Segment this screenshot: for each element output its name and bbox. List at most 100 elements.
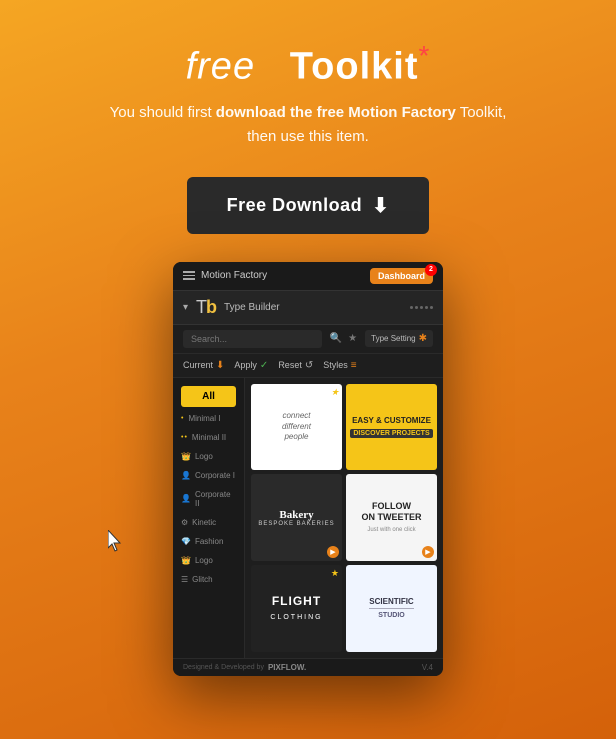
type-builder-row: ▾ Tb Type Builder <box>173 291 443 325</box>
footer-credit: Designed & Developed by PIXFLOW. <box>183 663 306 672</box>
wrench-icon: ✱ <box>419 333 427 344</box>
star-icon-flight: ★ <box>331 568 339 579</box>
sidebar-item-logo[interactable]: 👑 Logo <box>173 447 244 466</box>
reset-button[interactable]: Reset ↺ <box>278 360 313 371</box>
minimal-i-dot-icon: • <box>181 415 184 422</box>
grid-cell-scientific[interactable]: SCIENTIFICSTUDIO <box>346 565 437 652</box>
minimal-i-label: Minimal I <box>188 414 220 423</box>
title-bold: Toolkit <box>290 46 419 88</box>
sidebar-item-minimal-i[interactable]: • Minimal I <box>173 409 244 428</box>
corporate-ii-label: Corporate II <box>195 490 236 508</box>
download-arrow-icon: ⬇ <box>372 193 389 218</box>
search-icons: 🔍 ★ <box>330 333 357 344</box>
header-section: free Toolkit* You should first download … <box>110 40 507 149</box>
grid-cell-connect[interactable]: ★ connectdifferentpeople <box>251 384 342 471</box>
footer-version: V.4 <box>422 663 433 672</box>
free-download-button[interactable]: Free Download ⬇ <box>187 177 430 234</box>
corporate-ii-icon: 👤 <box>181 494 191 503</box>
sidebar-item-corporate-ii[interactable]: 👤 Corporate II <box>173 485 244 513</box>
grid-cell-customize-text: EASY & CUSTOMIZEDISCOVER PROJECTS <box>350 415 432 438</box>
subtitle-line2: then use this item. <box>247 128 369 145</box>
bakery-name: Bakery <box>258 509 334 521</box>
toolbar-row: Current ⬇ Apply ✓ Reset ↺ Styles ≡ <box>173 354 443 378</box>
preview-dots <box>410 306 433 309</box>
subtitle-brand: Motion Factory <box>344 104 456 121</box>
app-title: Motion Factory <box>201 270 267 281</box>
page-title: free Toolkit* <box>110 40 507 89</box>
bakery-text: Bakery BESPOKE BAKERIES <box>258 509 334 527</box>
sidebar-item-glitch[interactable]: ☰ Glitch <box>173 570 244 589</box>
kinetic-label: Kinetic <box>192 518 216 527</box>
glitch-icon: ☰ <box>181 575 188 584</box>
styles-button[interactable]: Styles ≡ <box>323 360 356 371</box>
dashboard-button[interactable]: Dashboard 2 <box>370 268 433 284</box>
fashion-label: Fashion <box>195 537 223 546</box>
favorites-star-icon[interactable]: ★ <box>348 333 357 344</box>
logo-2-label: Logo <box>195 556 213 565</box>
current-label: Current <box>183 360 213 370</box>
sidebar-item-corporate-i[interactable]: 👤 Corporate I <box>173 466 244 485</box>
styles-icon: ≡ <box>351 360 357 371</box>
grid-cell-bakery[interactable]: Bakery BESPOKE BAKERIES ▶ <box>251 474 342 561</box>
grid-cell-customize[interactable]: EASY & CUSTOMIZEDISCOVER PROJECTS <box>346 384 437 471</box>
apply-check-icon: ✓ <box>260 360 268 371</box>
current-button[interactable]: Current ⬇ <box>183 360 224 371</box>
apply-label: Apply <box>234 360 257 370</box>
play-icon[interactable]: ▶ <box>327 546 339 558</box>
search-row: Search... 🔍 ★ Type Setting ✱ <box>173 325 443 354</box>
sidebar-item-fashion[interactable]: 💎 Fashion <box>173 532 244 551</box>
styles-label: Styles <box>323 360 348 370</box>
sidebar: All • Minimal I •• Minimal II 👑 Logo 👤 C… <box>173 378 245 658</box>
sidebar-item-logo-2[interactable]: 👑 Logo <box>173 551 244 570</box>
play-icon-follow[interactable]: ▶ <box>422 546 434 558</box>
sidebar-item-minimal-ii[interactable]: •• Minimal II <box>173 428 244 447</box>
title-asterisk: * <box>418 40 430 71</box>
search-input[interactable]: Search... <box>183 330 322 348</box>
topbar-left: Motion Factory <box>183 270 267 281</box>
type-setting-label: Type Setting <box>371 334 415 343</box>
logo-label: Logo <box>195 452 213 461</box>
title-italic: free <box>186 46 255 88</box>
kinetic-icon: ⚙ <box>181 518 188 527</box>
styles-grid: ★ connectdifferentpeople EASY & CUSTOMIZ… <box>245 378 443 658</box>
sidebar-item-kinetic[interactable]: ⚙ Kinetic <box>173 513 244 532</box>
expand-arrow-icon[interactable]: ▾ <box>183 302 188 313</box>
sidebar-item-all[interactable]: All <box>181 386 236 407</box>
footer-brand: PIXFLOW. <box>268 663 306 672</box>
main-content: All • Minimal I •• Minimal II 👑 Logo 👤 C… <box>173 378 443 658</box>
follow-text: FOLLOWON TWEETER Just with one click <box>362 501 422 534</box>
reset-label: Reset <box>278 360 302 370</box>
grid-cell-connect-text: connectdifferentpeople <box>282 411 311 442</box>
apply-button[interactable]: Apply ✓ <box>234 360 268 371</box>
type-builder-label: Type Builder <box>224 302 280 313</box>
subtitle: You should first download the free Motio… <box>110 101 507 149</box>
glitch-label: Glitch <box>192 575 212 584</box>
subtitle-prefix: You should first <box>110 104 216 121</box>
search-icon[interactable]: 🔍 <box>330 333 342 344</box>
tb-logo: Tb <box>196 297 216 318</box>
current-download-icon: ⬇ <box>216 360 224 371</box>
all-label: All <box>202 391 215 402</box>
bakery-sub: BESPOKE BAKERIES <box>258 521 334 527</box>
reset-icon: ↺ <box>305 360 313 371</box>
fashion-icon: 💎 <box>181 537 191 546</box>
grid-cell-flight[interactable]: ★ FLIGHTCLOTHING <box>251 565 342 652</box>
grid-cell-follow[interactable]: FOLLOWON TWEETER Just with one click ▶ <box>346 474 437 561</box>
subtitle-bold: download the free <box>216 104 344 121</box>
type-setting-button[interactable]: Type Setting ✱ <box>365 330 433 347</box>
app-footer: Designed & Developed by PIXFLOW. V.4 <box>173 658 443 676</box>
app-window: Motion Factory Dashboard 2 ▾ Tb Type Bui… <box>173 262 443 676</box>
flight-text: FLIGHTCLOTHING <box>270 594 322 623</box>
dashboard-label: Dashboard <box>378 271 425 281</box>
notification-count: 2 <box>429 266 433 273</box>
footer-designed-by: Designed & Developed by <box>183 664 264 671</box>
corporate-i-icon: 👤 <box>181 471 191 480</box>
subtitle-suffix: Toolkit, <box>456 104 507 121</box>
minimal-ii-dot-icon: •• <box>181 434 188 441</box>
minimal-ii-label: Minimal II <box>192 433 226 442</box>
app-topbar: Motion Factory Dashboard 2 <box>173 262 443 291</box>
hamburger-icon[interactable] <box>183 271 195 280</box>
notification-badge: 2 <box>425 264 437 276</box>
download-btn-label: Free Download <box>227 195 363 216</box>
search-placeholder: Search... <box>191 334 227 344</box>
